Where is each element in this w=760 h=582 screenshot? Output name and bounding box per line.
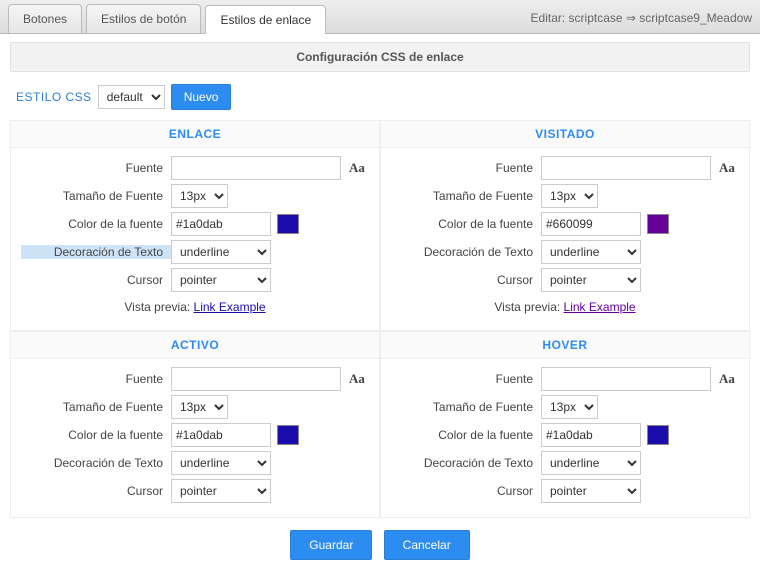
vista-previa-label: Vista previa: — [494, 300, 560, 314]
hover-tamano-select[interactable]: 13px — [541, 395, 598, 419]
section-title-hover: HOVER — [381, 332, 749, 359]
enlace-color-swatch[interactable] — [277, 214, 299, 234]
visitado-color-input[interactable] — [541, 212, 641, 236]
hover-cursor-select[interactable]: pointer — [541, 479, 641, 503]
label-color: Color de la fuente — [21, 428, 171, 442]
label-tamano: Tamaño de Fuente — [21, 189, 171, 203]
label-color: Color de la fuente — [391, 428, 541, 442]
section-title-enlace: ENLACE — [11, 121, 379, 148]
enlace-color-input[interactable] — [171, 212, 271, 236]
section-enlace: ENLACE Fuente Aa Tamaño de Fuente13px Col… — [10, 120, 380, 331]
label-tamano: Tamaño de Fuente — [391, 400, 541, 414]
activo-decoracion-select[interactable]: underline — [171, 451, 271, 475]
visitado-color-swatch[interactable] — [647, 214, 669, 234]
label-color: Color de la fuente — [391, 217, 541, 231]
guardar-button[interactable]: Guardar — [290, 530, 372, 560]
visitado-cursor-select[interactable]: pointer — [541, 268, 641, 292]
label-decoracion: Decoración de Texto — [21, 456, 171, 470]
section-activo: ACTIVO Fuente Aa Tamaño de Fuente13px Col… — [10, 331, 380, 518]
label-decoracion: Decoración de Texto — [391, 456, 541, 470]
breadcrumb: Editar: scriptcase ⇒ scriptcase9_Meadow — [531, 11, 752, 33]
tab-estilos-boton[interactable]: Estilos de botón — [86, 4, 201, 33]
cancelar-button[interactable]: Cancelar — [384, 530, 470, 560]
label-tamano: Tamaño de Fuente — [21, 400, 171, 414]
section-hover: HOVER Fuente Aa Tamaño de Fuente13px Colo… — [380, 331, 750, 518]
font-picker-icon[interactable]: Aa — [719, 160, 735, 176]
font-picker-icon[interactable]: Aa — [349, 160, 365, 176]
tab-estilos-enlace[interactable]: Estilos de enlace — [205, 5, 326, 34]
visitado-tamano-select[interactable]: 13px — [541, 184, 598, 208]
font-picker-icon[interactable]: Aa — [349, 371, 365, 387]
font-picker-icon[interactable]: Aa — [719, 371, 735, 387]
tab-botones[interactable]: Botones — [8, 4, 82, 33]
hover-fuente-input[interactable] — [541, 367, 711, 391]
label-cursor: Cursor — [391, 273, 541, 287]
activo-tamano-select[interactable]: 13px — [171, 395, 228, 419]
label-decoracion: Decoración de Texto — [21, 245, 171, 259]
nuevo-button[interactable]: Nuevo — [171, 84, 232, 110]
hover-decoracion-select[interactable]: underline — [541, 451, 641, 475]
label-cursor: Cursor — [21, 484, 171, 498]
label-color: Color de la fuente — [21, 217, 171, 231]
activo-cursor-select[interactable]: pointer — [171, 479, 271, 503]
activo-color-swatch[interactable] — [277, 425, 299, 445]
activo-color-input[interactable] — [171, 423, 271, 447]
estilo-css-label: ESTILO CSS — [16, 90, 92, 104]
label-fuente: Fuente — [391, 161, 541, 175]
label-fuente: Fuente — [21, 372, 171, 386]
activo-fuente-input[interactable] — [171, 367, 341, 391]
visitado-fuente-input[interactable] — [541, 156, 711, 180]
label-fuente: Fuente — [391, 372, 541, 386]
enlace-tamano-select[interactable]: 13px — [171, 184, 228, 208]
label-cursor: Cursor — [21, 273, 171, 287]
vista-previa-label: Vista previa: — [124, 300, 190, 314]
section-title-activo: ACTIVO — [11, 332, 379, 359]
enlace-cursor-select[interactable]: pointer — [171, 268, 271, 292]
enlace-fuente-input[interactable] — [171, 156, 341, 180]
panel-title: Configuración CSS de enlace — [10, 42, 750, 72]
enlace-preview-link[interactable]: Link Example — [194, 300, 266, 314]
label-decoracion: Decoración de Texto — [391, 245, 541, 259]
hover-color-input[interactable] — [541, 423, 641, 447]
visitado-decoracion-select[interactable]: underline — [541, 240, 641, 264]
section-visitado: VISITADO Fuente Aa Tamaño de Fuente13px C… — [380, 120, 750, 331]
label-cursor: Cursor — [391, 484, 541, 498]
enlace-decoracion-select[interactable]: underline — [171, 240, 271, 264]
label-fuente: Fuente — [21, 161, 171, 175]
hover-color-swatch[interactable] — [647, 425, 669, 445]
section-title-visitado: VISITADO — [381, 121, 749, 148]
label-tamano: Tamaño de Fuente — [391, 189, 541, 203]
estilo-css-select[interactable]: default — [98, 85, 165, 109]
visitado-preview-link[interactable]: Link Example — [564, 300, 636, 314]
